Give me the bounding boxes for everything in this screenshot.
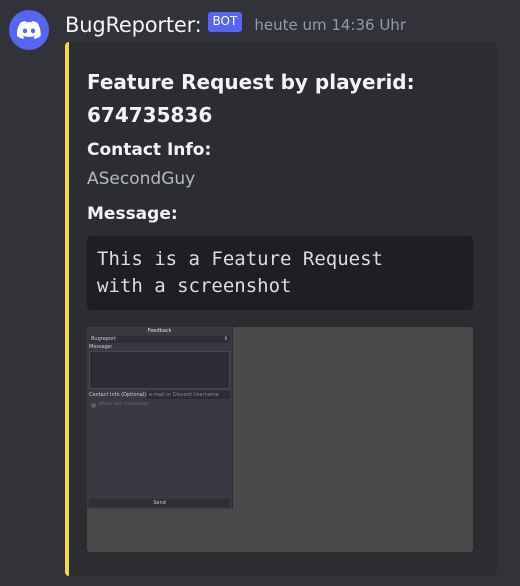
field-name-message: Message:: [87, 204, 178, 224]
feedback-window-screenshot: Feedback Bugreport ⇕ Message: Contact In…: [87, 327, 233, 509]
message-label: Message:: [89, 344, 113, 350]
timestamp[interactable]: heute um 14:36 Uhr: [254, 16, 406, 34]
feedback-window-title: Feedback: [147, 328, 172, 334]
field-name-contact: Contact Info:: [87, 140, 212, 160]
field-value-contact: ASecondGuy: [87, 169, 196, 189]
checkbox-icon: [91, 403, 96, 408]
send-button: Send: [89, 499, 230, 507]
attach-screenshot-label: attach last screenshot: [98, 402, 149, 407]
dropdown-arrow-icon: ⇕: [223, 336, 228, 342]
embed-title-line2: 674735836: [87, 103, 213, 127]
category-dropdown-value: Bugreport: [91, 336, 117, 342]
embed-image[interactable]: Feedback Bugreport ⇕ Message: Contact In…: [87, 327, 473, 552]
category-dropdown: Bugreport ⇕: [89, 336, 230, 343]
embed: Feature Request by playerid: 674735836 C…: [65, 42, 497, 576]
discord-logo-icon: [17, 21, 41, 39]
message-textarea: [89, 351, 230, 389]
bot-badge: BOT: [207, 12, 243, 32]
embed-title-line1: Feature Request by playerid:: [87, 70, 415, 94]
message-codeblock: This is a Feature Request with a screens…: [87, 236, 473, 310]
embed-title: Feature Request by playerid: 674735836: [87, 66, 477, 132]
username[interactable]: BugReporter:: [65, 13, 202, 37]
message-header: BugReporter: BOT heute um 14:36 Uhr: [65, 11, 406, 39]
avatar[interactable]: [9, 10, 49, 50]
contact-input: e-mail or Discord Username: [147, 391, 230, 399]
contact-label: Contact Info (Optional):: [89, 392, 148, 398]
